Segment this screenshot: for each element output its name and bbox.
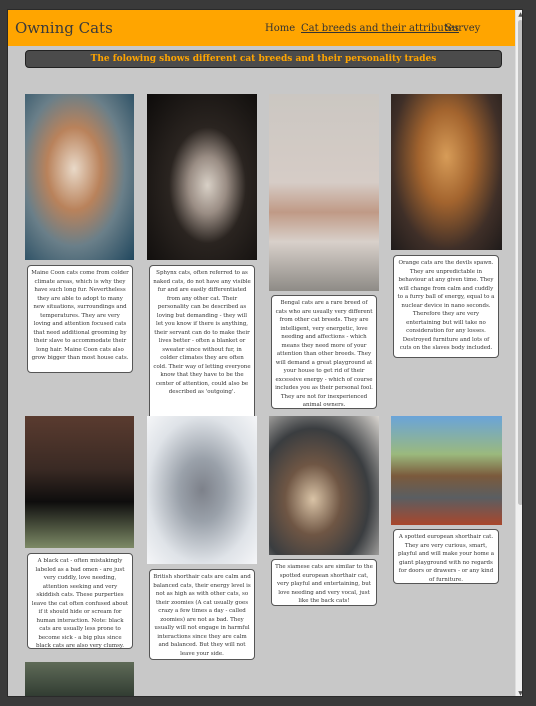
bengal-caption: Bengal cats are a rare breed of cats who… bbox=[271, 295, 377, 409]
maine-coon-caption: Maine Coon cats come from colder climate… bbox=[27, 265, 133, 373]
orange-cat-photo bbox=[391, 94, 502, 250]
sphynx-photo bbox=[147, 94, 257, 260]
page-heading-banner: The folowing shows different cat breeds … bbox=[25, 50, 502, 68]
scrollbar-thumb[interactable] bbox=[518, 20, 522, 505]
scroll-up-arrow-icon[interactable]: ▲ bbox=[516, 10, 522, 19]
scroll-down-arrow-icon[interactable]: ▼ bbox=[516, 689, 522, 696]
browser-viewport: Owning Cats Home Cat breeds and their at… bbox=[7, 9, 523, 697]
siamese-photo bbox=[269, 416, 379, 555]
black-cat-photo bbox=[25, 416, 134, 548]
navbar: Owning Cats Home Cat breeds and their at… bbox=[8, 10, 522, 46]
british-shorthair-photo bbox=[147, 416, 257, 564]
siamese-caption: The siamese cats are similar to the spot… bbox=[271, 559, 377, 606]
maine-coon-photo bbox=[25, 94, 134, 260]
nav-link-home[interactable]: Home bbox=[265, 23, 295, 34]
european-shorthair-photo bbox=[391, 416, 502, 525]
british-shorthair-caption: British shorthair cats are calm and bala… bbox=[149, 569, 255, 660]
nav-link-cat-breeds[interactable]: Cat breeds and their attributes bbox=[301, 23, 459, 34]
brand-logo[interactable]: Owning Cats bbox=[15, 19, 113, 37]
vertical-scrollbar[interactable]: ▲ ▼ bbox=[515, 10, 522, 696]
black-cat-caption: A black cat - often mistakingly labeled … bbox=[27, 553, 133, 649]
orange-cat-caption: Orange cats are the devils spawn. They a… bbox=[393, 255, 499, 358]
sphynx-caption: Sphynx cats, often referred to as naked … bbox=[149, 265, 255, 435]
bengal-photo bbox=[269, 94, 379, 291]
european-shorthair-caption: A spotted european shorthair cat. They a… bbox=[393, 529, 499, 584]
nav-link-survey[interactable]: Survey bbox=[445, 23, 480, 34]
next-cat-photo bbox=[25, 662, 134, 696]
